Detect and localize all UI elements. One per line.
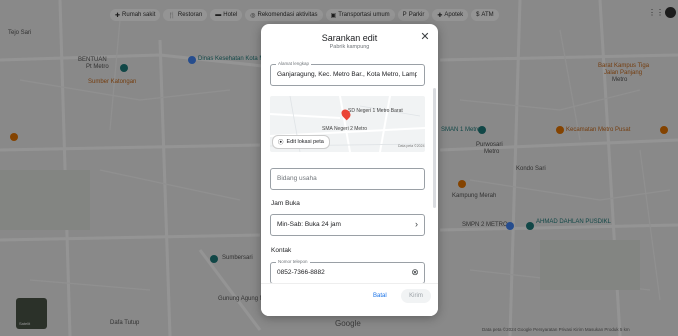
phone-label: Nomor telepon (276, 259, 310, 264)
hours-heading: Jam Buka (271, 200, 300, 207)
edit-map-location-button[interactable]: ⦿ Edit lokasi peta (272, 135, 330, 149)
chevron-right-icon: › (415, 219, 418, 229)
address-label: Alamat lengkap (276, 61, 312, 66)
clear-icon[interactable]: ⊗ (410, 267, 420, 277)
minimap-credit: Data peta ©2024 (398, 144, 425, 148)
minimap-label: SMA Negeri 2 Metro (322, 126, 368, 132)
move-pin-icon: ⦿ (278, 140, 284, 146)
close-icon[interactable]: ✕ (418, 30, 432, 44)
phone-value: 0852-7366-8882 (277, 269, 325, 276)
category-placeholder: Bidang usaha (277, 175, 317, 182)
suggest-edit-dialog: Sarankan edit Pabrik kampung ✕ Alamat le… (261, 24, 438, 316)
contact-heading: Kontak (271, 247, 292, 254)
dialog-title: Sarankan edit (321, 33, 378, 43)
address-field[interactable]: Alamat lengkap Ganjaragung, Kec. Metro B… (270, 61, 425, 86)
submit-button[interactable]: Kirim (401, 289, 431, 303)
dialog-footer: Batal Kirim (261, 283, 438, 316)
category-field[interactable]: Bidang usaha (270, 168, 425, 190)
address-value: Ganjaragung, Kec. Metro Bar., Kota Metro… (277, 71, 417, 78)
hours-value: Min-Sab: Buka 24 jam (277, 221, 341, 228)
cancel-button[interactable]: Batal (373, 293, 387, 299)
dialog-scrollbar[interactable] (433, 88, 436, 208)
minimap-label: SD Negeri 1 Metro Barat (348, 108, 403, 114)
phone-field[interactable]: Nomor telepon 0852-7366-8882 ⊗ (270, 259, 425, 284)
hours-selector[interactable]: Min-Sab: Buka 24 jam › (270, 214, 425, 236)
dialog-subtitle: Pabrik kampung (329, 44, 370, 50)
